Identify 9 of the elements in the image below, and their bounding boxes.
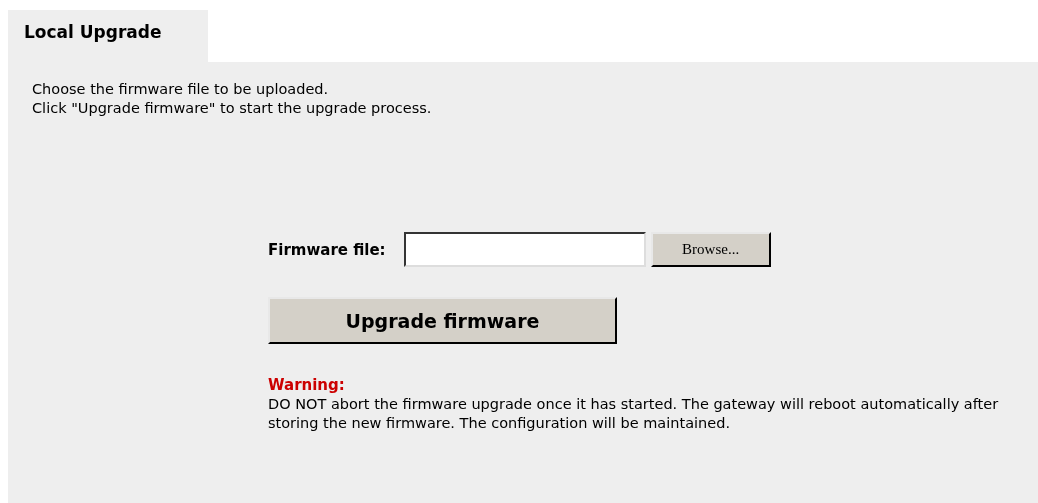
instruction-text: Click "Upgrade firmware" to start the upgrade process. [32, 99, 432, 118]
warning-text: DO NOT abort the firmware upgrade once it has started. The gateway will reboot automatically after storing the new firmware. The configuration will be maintained. [268, 395, 1000, 433]
local-upgrade-tab[interactable]: Local Upgrade [8, 10, 208, 62]
browse-button[interactable]: Browse... [650, 232, 771, 267]
warning-title: Warning: [268, 376, 345, 395]
instruction-text: Choose the firmware file to be uploaded. [32, 80, 329, 99]
field-label: Firmware file: [268, 240, 386, 259]
upgrade-firmware-button[interactable]: Upgrade firmware [268, 297, 617, 344]
file-path-field[interactable] [403, 232, 646, 267]
